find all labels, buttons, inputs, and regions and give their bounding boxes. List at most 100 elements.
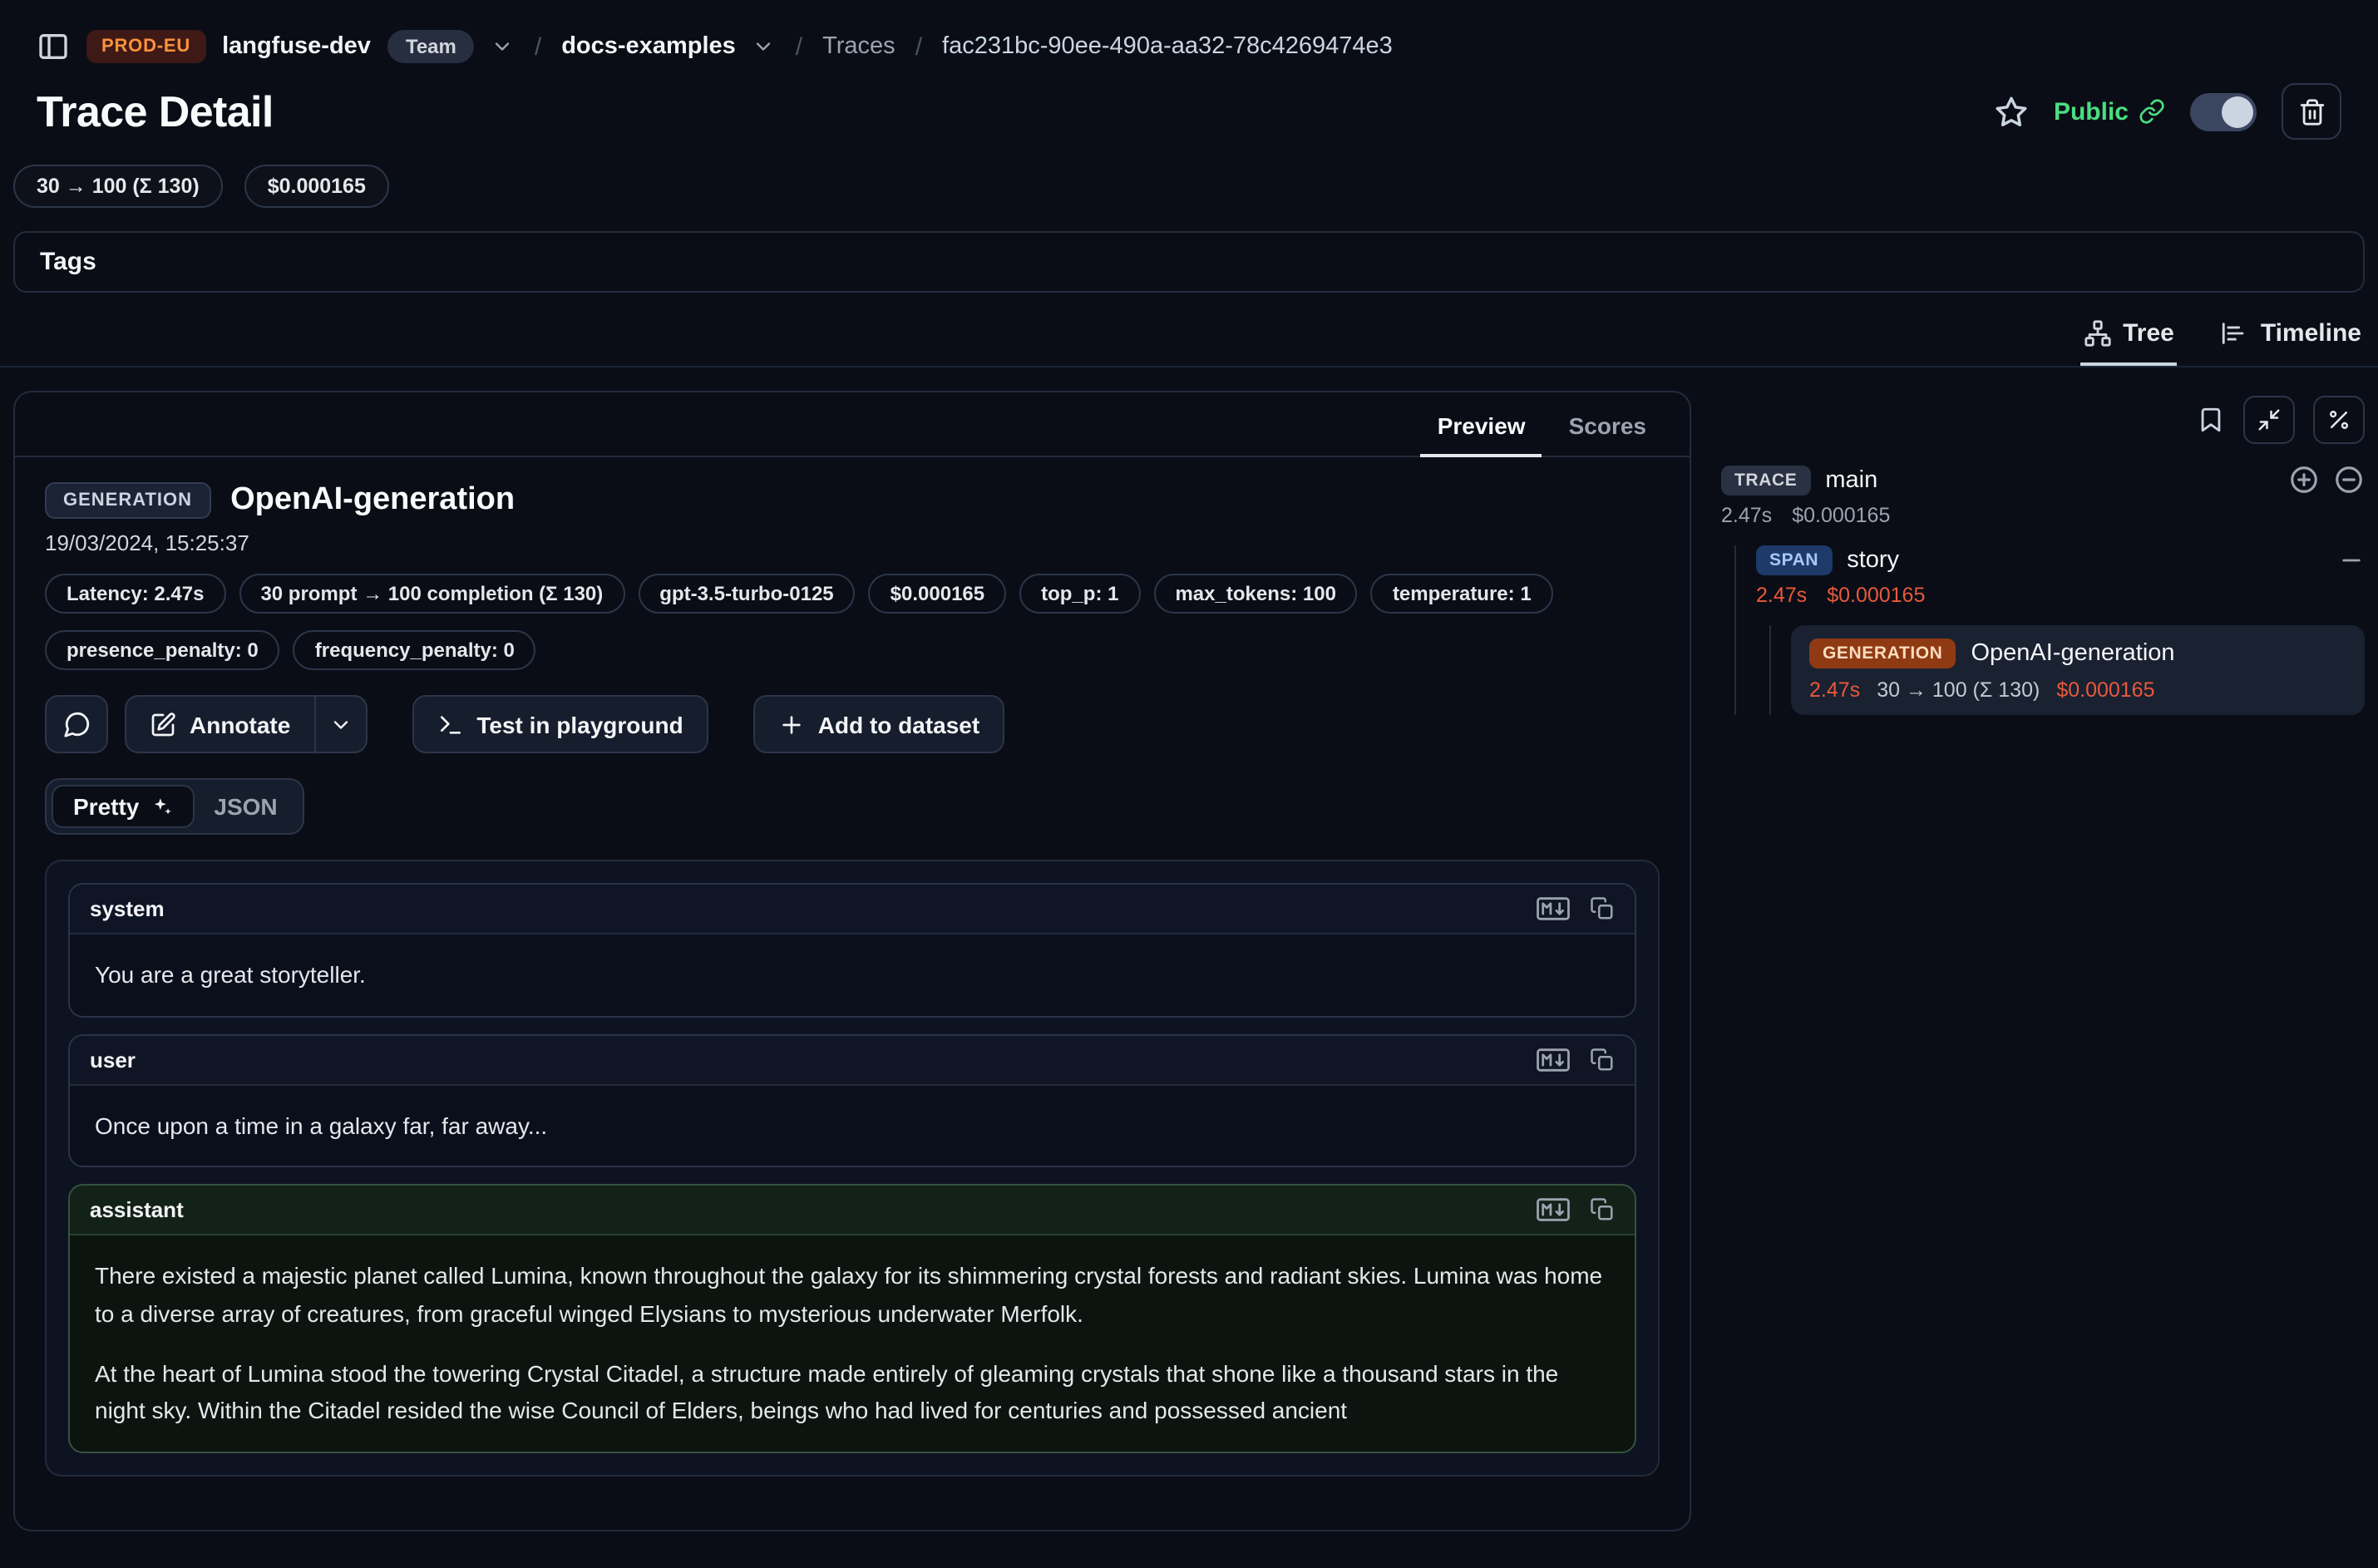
tree-toolbar [1721,394,2365,444]
sidebar-toggle-icon[interactable] [37,30,70,63]
markdown-icon[interactable] [1537,1198,1570,1223]
collapse-expand-icon [2257,407,2282,431]
breadcrumb-traces[interactable]: Traces [822,33,895,60]
message-paragraph: At the heart of Lumina stood the towerin… [95,1354,1610,1430]
breadcrumb-project[interactable]: docs-examples [561,33,736,60]
minus-circle-icon[interactable] [2333,464,2365,496]
message-content: You are a great storyteller. [70,934,1635,1015]
pretty-label: Pretty [73,793,139,820]
view-tabs: Tree Timeline [0,293,2378,367]
comment-icon [62,710,91,738]
trace-metrics: 30 → 100 (Σ 130) $0.000165 [0,140,2378,208]
chevron-down-icon[interactable] [752,35,776,58]
comment-annotate-group: Annotate [45,695,367,753]
tab-tree[interactable]: Tree [2080,319,2178,366]
tab-timeline[interactable]: Timeline [2218,319,2365,366]
observation-name: OpenAI-generation [230,482,515,519]
format-pretty-button[interactable]: Pretty [52,785,194,828]
public-label: Public [2054,97,2129,126]
observation-header: GENERATION OpenAI-generation [45,482,1660,519]
header-actions: Public [1994,83,2341,140]
generation-metrics: 2.47s 30 → 100 (Σ 130) $0.000165 [1809,678,2346,702]
span-cost: $0.000165 [1827,584,1925,607]
trace-row[interactable]: TRACE main [1721,464,2365,496]
message-header-actions [1537,1198,1615,1223]
plus-circle-icon[interactable] [2288,464,2320,496]
tags-title: Tags [40,248,96,276]
generation-cost: $0.000165 [2056,678,2154,702]
pencil-icon [150,711,176,737]
message-header-actions [1537,896,1615,921]
message-card-user: user Once upon a time in a galaxy far, f… [68,1033,1636,1167]
toggle-knob [2222,96,2253,127]
breadcrumb: PROD-EU langfuse-dev Team / docs-example… [0,0,2378,70]
trace-latency: 2.47s [1721,504,1772,527]
message-role: assistant [90,1198,184,1223]
message-paragraph: There existed a majestic planet called L… [95,1258,1610,1334]
tab-preview[interactable]: Preview [1421,392,1542,457]
public-link[interactable]: Public [2054,97,2165,126]
message-header: user [70,1035,1635,1085]
observation-type-badge: GENERATION [45,482,210,519]
markdown-icon[interactable] [1537,896,1570,921]
tree-icon [2083,319,2111,348]
observation-timestamp: 19/03/2024, 15:25:37 [45,530,1660,555]
generation-name: OpenAI-generation [1971,640,2174,667]
trash-icon [2297,97,2326,126]
copy-icon[interactable] [1590,1198,1615,1223]
message-header: system [70,885,1635,934]
observation-detail: GENERATION OpenAI-generation 19/03/2024,… [15,457,1690,1501]
copy-icon[interactable] [1590,896,1615,921]
org-role-badge: Team [387,30,475,63]
main-content: Preview Scores GENERATION OpenAI-generat… [0,367,2378,1531]
tree-node-span: SPAN story 2.47s $0.000165 [1756,545,2365,715]
message-content: Once upon a time in a galaxy far, far aw… [70,1085,1635,1166]
trace-children: SPAN story 2.47s $0.000165 [1734,545,2365,715]
metrics-toggle-button[interactable] [2313,395,2365,443]
delete-trace-button[interactable] [2282,83,2341,140]
trace-tree-panel: TRACE main 2.47s $0.000165 [1721,391,2365,715]
comment-button[interactable] [45,695,108,753]
tab-scores[interactable]: Scores [1552,392,1663,457]
breadcrumb-organization[interactable]: langfuse-dev [222,33,371,60]
message-card-assistant: assistant There existed a majestic plane… [68,1185,1636,1453]
span-latency: 2.47s [1756,584,1807,607]
annotate-label: Annotate [190,711,290,737]
chevron-down-icon [328,713,352,736]
tree-node-trace: TRACE main 2.47s $0.000165 [1721,464,2365,715]
frequency-penalty-pill: frequency_penalty: 0 [294,630,536,670]
public-toggle[interactable] [2190,92,2257,131]
trace-tree: TRACE main 2.47s $0.000165 [1721,464,2365,715]
breadcrumb-trace-id: fac231bc-90ee-490a-aa32-78c4269474e3 [942,33,1393,60]
tags-section[interactable]: Tags [13,231,2365,293]
chevron-down-icon[interactable] [491,35,515,58]
star-icon[interactable] [1994,94,2029,129]
markdown-icon[interactable] [1537,1047,1570,1072]
link-icon [2139,98,2165,125]
collapse-node-icon[interactable] [2338,547,2365,574]
test-in-playground-button[interactable]: Test in playground [412,695,708,753]
max-tokens-pill: max_tokens: 100 [1153,574,1357,614]
tree-node-generation-selected[interactable]: GENERATION OpenAI-generation 2.47s 30 → … [1791,625,2365,715]
span-children: GENERATION OpenAI-generation 2.47s 30 → … [1769,625,2365,715]
collapse-expand-button[interactable] [2243,395,2295,443]
trace-badge: TRACE [1721,465,1810,495]
message-paragraph: Once upon a time in a galaxy far, far aw… [95,1107,1610,1144]
format-json-button[interactable]: JSON [194,786,297,826]
copy-icon[interactable] [1590,1047,1615,1072]
presence-penalty-pill: presence_penalty: 0 [45,630,280,670]
span-row[interactable]: SPAN story [1756,545,2365,575]
trace-metrics: 2.47s $0.000165 [1721,504,2365,527]
message-card-system: system You are a great storyteller. [68,883,1636,1017]
model-pill[interactable]: gpt-3.5-turbo-0125 [638,574,855,614]
usage-pill: 30 → 100 (Σ 130) [13,165,223,208]
breadcrumb-separator: / [531,32,545,61]
tree-row-controls [2288,464,2365,496]
trace-name: main [1825,466,1877,493]
environment-badge: PROD-EU [86,30,205,63]
add-to-dataset-button[interactable]: Add to dataset [753,695,1004,753]
annotate-button[interactable]: Annotate [125,695,313,753]
bookmark-icon[interactable] [2197,405,2225,433]
observation-actions: Annotate Test in playground Add [45,695,1660,753]
annotate-dropdown-button[interactable] [313,695,367,753]
